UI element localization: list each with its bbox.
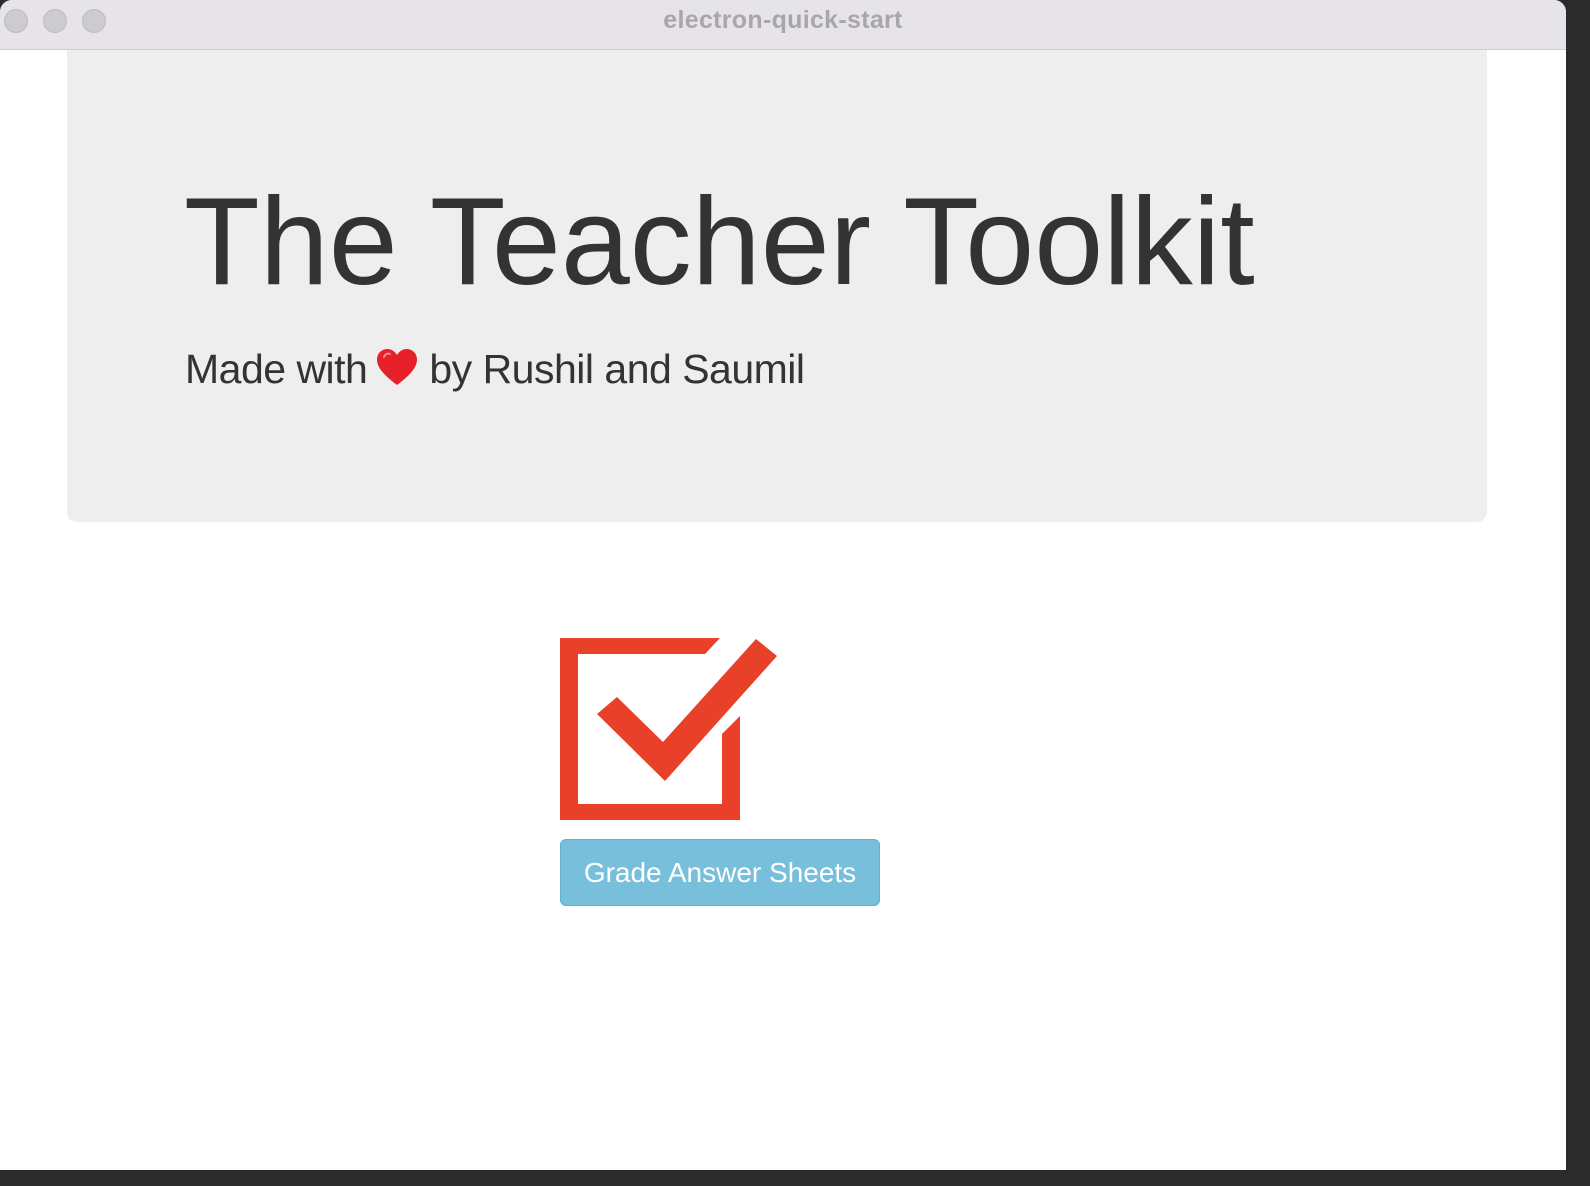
grade-answer-sheets-button[interactable]: Grade Answer Sheets [560,839,880,906]
window-title: electron-quick-start [663,6,903,34]
heart-icon [377,349,418,385]
jumbotron: The Teacher Toolkit Made with by Rushil a… [67,50,1487,522]
subtitle-suffix: by Rushil and Saumil [429,346,805,392]
page-subtitle: Made with by Rushil and Saumil [185,346,805,393]
screen-edge-right [1566,0,1590,1186]
subtitle-prefix: Made with [185,346,368,392]
page-title: The Teacher Toolkit [184,173,1255,311]
page-content: The Teacher Toolkit Made with by Rushil a… [0,50,1566,1170]
app-window: electron-quick-start The Teacher Toolkit… [0,0,1566,1170]
checkbox-checkmark-icon [560,638,777,820]
title-bar[interactable]: electron-quick-start [0,0,1566,50]
screen-edge-bottom [0,1170,1590,1186]
